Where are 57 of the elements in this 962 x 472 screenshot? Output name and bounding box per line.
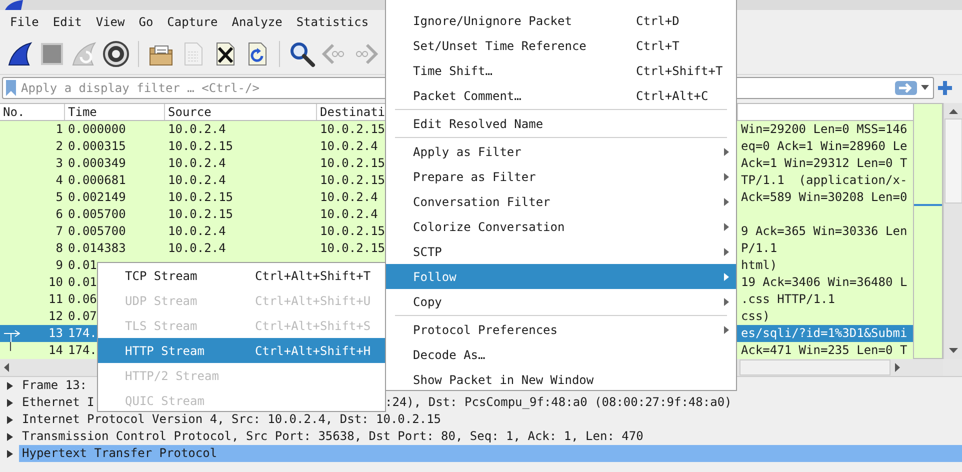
table-cell: 0.000000 <box>68 122 126 136</box>
table-cell: 10.0.2.4 <box>320 207 378 221</box>
table-cell: P/1.1 <box>741 241 778 255</box>
table-cell: 0.005700 <box>68 224 126 238</box>
table-cell: Win=29200 Len=0 MSS=146 <box>741 122 908 136</box>
table-cell: 10.0.2.15 <box>320 224 386 238</box>
table-cell: 10 <box>48 274 63 291</box>
table-cell: 0.01 <box>68 275 97 289</box>
table-cell: 1 <box>56 121 63 138</box>
table-cell: 3 <box>56 155 63 172</box>
table-cell: 0.06 <box>68 292 97 306</box>
table-cell: .css HTTP/1.1 <box>741 292 835 306</box>
table-cell: 0.000315 <box>68 139 126 153</box>
table-cell: 174. <box>68 326 97 340</box>
table-cell: 5 <box>56 189 63 206</box>
table-cell: 10.0.2.4 <box>320 139 378 153</box>
table-cell: 10.0.2.4 <box>168 156 226 170</box>
table-cell: 174. <box>68 343 97 357</box>
table-cell: 8 <box>56 240 63 257</box>
table-cell: es/sqli/?id=1%3D1&Submi <box>741 326 908 340</box>
table-cell: 2 <box>56 138 63 155</box>
table-cell: 0.014383 <box>68 241 126 255</box>
table-cell: 19 Ack=3406 Win=36480 L <box>741 275 908 289</box>
table-cell: Ack=1 Win=29312 Len=0 T <box>741 156 908 170</box>
table-cell: 10.0.2.15 <box>320 122 386 136</box>
table-cell: 0.005700 <box>68 207 126 221</box>
table-cell: 0.000349 <box>68 156 126 170</box>
table-cell: 4 <box>56 172 63 189</box>
table-cell: 0.000681 <box>68 173 126 187</box>
table-cell: 14 <box>48 342 63 359</box>
table-cell: 7 <box>56 223 63 240</box>
table-cell: Ack=589 Win=30208 Len=0 <box>741 190 908 204</box>
table-cell: 10.0.2.15 <box>320 241 386 255</box>
table-cell: css) <box>741 309 770 323</box>
table-cell: html) <box>741 258 778 272</box>
table-cell: 11 <box>48 291 63 308</box>
table-cell: 0.07 <box>68 309 97 323</box>
table-cell: TP/1.1 (application/x- <box>741 173 908 187</box>
table-cell: 10.0.2.15 <box>320 156 386 170</box>
table-cell: 10.0.2.4 <box>168 173 226 187</box>
table-cell: 9 Ack=365 Win=30336 Len <box>741 224 908 238</box>
table-cell: 0.01 <box>68 258 97 272</box>
table-cell: eq=0 Ack=1 Win=28960 Le <box>741 139 908 153</box>
table-cell: 10.0.2.15 <box>168 190 234 204</box>
table-cell: 10.0.2.4 <box>168 224 226 238</box>
table-cell: 13 <box>48 325 63 342</box>
table-cell: 10.0.2.15 <box>320 173 386 187</box>
table-cell: 10.0.2.4 <box>320 190 378 204</box>
table-cell: 9 <box>56 257 63 274</box>
table-cell: 10.0.2.4 <box>168 122 226 136</box>
table-cell: 6 <box>56 206 63 223</box>
table-cell: 10.0.2.4 <box>168 241 226 255</box>
table-cell: Ack=471 Win=235 Len=0 T <box>741 343 908 357</box>
table-cell: 0.002149 <box>68 190 126 204</box>
table-cell: 10.0.2.15 <box>168 139 234 153</box>
table-cell: 10.0.2.15 <box>168 207 234 221</box>
table-cell: 12 <box>48 308 63 325</box>
